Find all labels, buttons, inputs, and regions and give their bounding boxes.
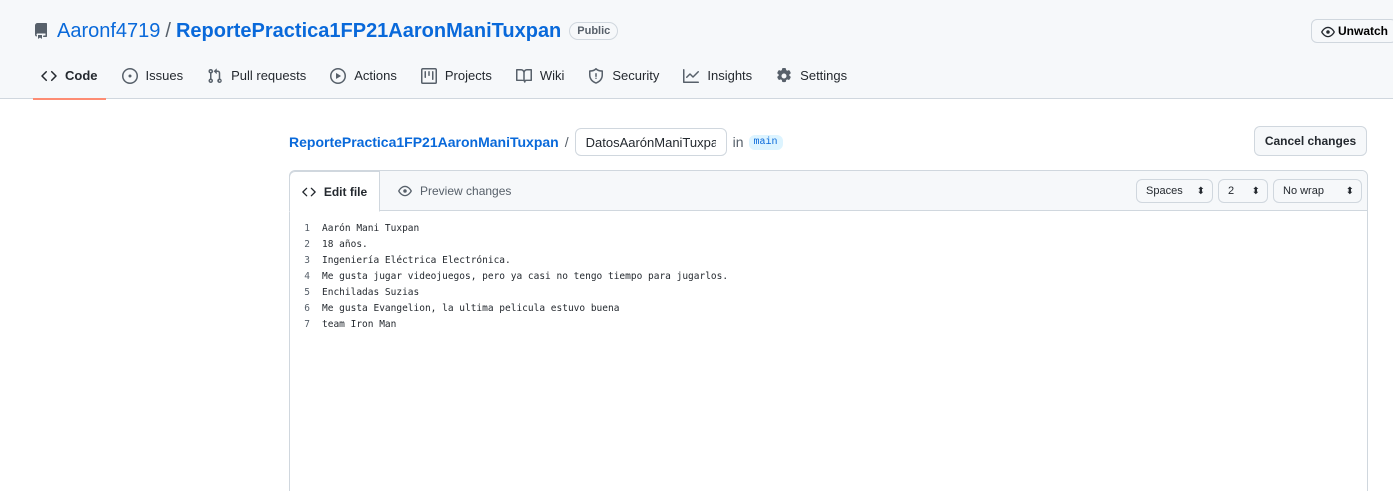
tab-security-label: Security [612, 68, 660, 83]
code-line: 5 Enchiladas Suzias [290, 285, 728, 301]
line-text: team Iron Man [322, 319, 397, 330]
tab-wiki[interactable]: Wiki [508, 62, 573, 99]
repo-header: Aaronf4719 / ReportePractica1FP21AaronMa… [0, 0, 1393, 100]
line-text: 18 años. [322, 239, 368, 250]
tab-preview-changes[interactable]: Preview changes [398, 171, 511, 211]
line-number: 2 [304, 239, 310, 250]
play-icon [330, 68, 347, 84]
tab-security[interactable]: Security [580, 62, 667, 99]
tab-pull-requests[interactable]: Pull requests [199, 62, 314, 99]
tab-settings-label: Settings [800, 68, 848, 83]
eye-icon [1321, 24, 1335, 38]
eye-icon [398, 184, 412, 198]
indent-size-value: 2 [1228, 185, 1235, 197]
tab-projects[interactable]: Projects [413, 62, 500, 99]
tab-preview-changes-label: Preview changes [420, 184, 512, 198]
code-line: 1 Aarón Mani Tuxpan [290, 221, 728, 237]
line-text: Me gusta Evangelion, la ultima pelicula … [322, 303, 620, 314]
line-number: 5 [304, 287, 310, 298]
in-branch-label: in [732, 134, 744, 150]
graph-icon [683, 68, 700, 84]
breadcrumb-repo-link[interactable]: ReportePractica1FP21AaronManiTuxpan [289, 134, 559, 150]
code-line: 7 team Iron Man [290, 317, 728, 333]
git-pull-request-icon [207, 68, 223, 84]
repo-owner-link[interactable]: Aaronf4719 [57, 20, 160, 43]
editor-header: Edit file Preview changes Spaces ⬍ 2 ⬍ N… [289, 171, 1367, 212]
tab-insights[interactable]: Insights [675, 62, 760, 99]
tab-pull-requests-label: Pull requests [231, 68, 307, 83]
select-arrows-icon: ⬍ [1251, 185, 1260, 197]
indent-mode-select[interactable]: Spaces ⬍ [1136, 179, 1213, 203]
wrap-mode-select[interactable]: No wrap ⬍ [1273, 179, 1362, 203]
repo-title-row: Aaronf4719 / ReportePractica1FP21AaronMa… [33, 19, 619, 43]
code-area[interactable]: 1 Aarón Mani Tuxpan 2 18 años. 3 Ingenie… [290, 221, 728, 333]
tab-edit-file-label: Edit file [323, 184, 368, 199]
repo-path-separator: / [165, 19, 171, 42]
unwatch-button[interactable]: Unwatch [1311, 19, 1393, 43]
line-number: 3 [304, 255, 310, 266]
tab-edit-file[interactable]: Edit file [289, 171, 380, 212]
indent-size-select[interactable]: 2 ⬍ [1218, 179, 1268, 203]
issue-opened-icon [121, 68, 138, 84]
code-icon [302, 185, 316, 199]
filename-input[interactable] [574, 128, 727, 156]
line-text: Ingeniería Eléctrica Electrónica. [322, 255, 511, 266]
line-number: 1 [304, 223, 310, 234]
tab-actions-label: Actions [354, 68, 397, 83]
select-arrows-icon: ⬍ [1196, 185, 1205, 197]
line-text: Aarón Mani Tuxpan [322, 223, 420, 234]
breadcrumb-separator: / [564, 134, 569, 150]
unwatch-label: Unwatch [1338, 24, 1389, 38]
line-text: Me gusta jugar videojuegos, pero ya casi… [322, 271, 729, 282]
select-arrows-icon: ⬍ [1345, 185, 1354, 197]
code-line: 2 18 años. [290, 237, 728, 253]
book-icon [515, 68, 532, 84]
tab-code-label: Code [65, 68, 98, 83]
wrap-mode-value: No wrap [1283, 185, 1324, 197]
indent-mode-value: Spaces [1146, 185, 1183, 197]
line-number: 6 [304, 303, 310, 314]
cancel-changes-button[interactable]: Cancel changes [1254, 126, 1367, 156]
tab-settings[interactable]: Settings [768, 62, 855, 99]
line-text: Enchiladas Suzias [322, 287, 420, 298]
branch-name: main [748, 134, 783, 150]
repo-icon [33, 23, 49, 39]
code-line: 4 Me gusta jugar videojuegos, pero ya ca… [290, 269, 728, 285]
tab-code[interactable]: Code [33, 62, 106, 100]
file-editor: Edit file Preview changes Spaces ⬍ 2 ⬍ N… [289, 170, 1368, 491]
editor-options: Spaces ⬍ 2 ⬍ No wrap ⬍ [1131, 179, 1362, 203]
repo-name-link[interactable]: ReportePractica1FP21AaronManiTuxpan [176, 20, 561, 43]
repo-nav-tabs: Code Issues Pull requests Actions Projec… [33, 62, 863, 100]
edit-path-breadcrumb: ReportePractica1FP21AaronManiTuxpan / in… [289, 128, 783, 156]
code-icon [41, 68, 57, 84]
tab-wiki-label: Wiki [539, 68, 565, 83]
shield-icon [588, 68, 604, 84]
visibility-badge: Public [569, 22, 619, 40]
code-line: 6 Me gusta Evangelion, la ultima pelicul… [290, 301, 728, 317]
tab-actions[interactable]: Actions [322, 62, 405, 99]
tab-projects-label: Projects [444, 68, 492, 83]
gear-icon [776, 68, 792, 84]
code-line: 3 Ingeniería Eléctrica Electrónica. [290, 253, 728, 269]
line-number: 4 [304, 271, 310, 282]
line-number: 7 [304, 319, 310, 330]
table-icon [420, 68, 437, 84]
tab-insights-label: Insights [707, 68, 753, 83]
tab-issues-label: Issues [145, 68, 184, 83]
tab-issues[interactable]: Issues [114, 62, 192, 99]
